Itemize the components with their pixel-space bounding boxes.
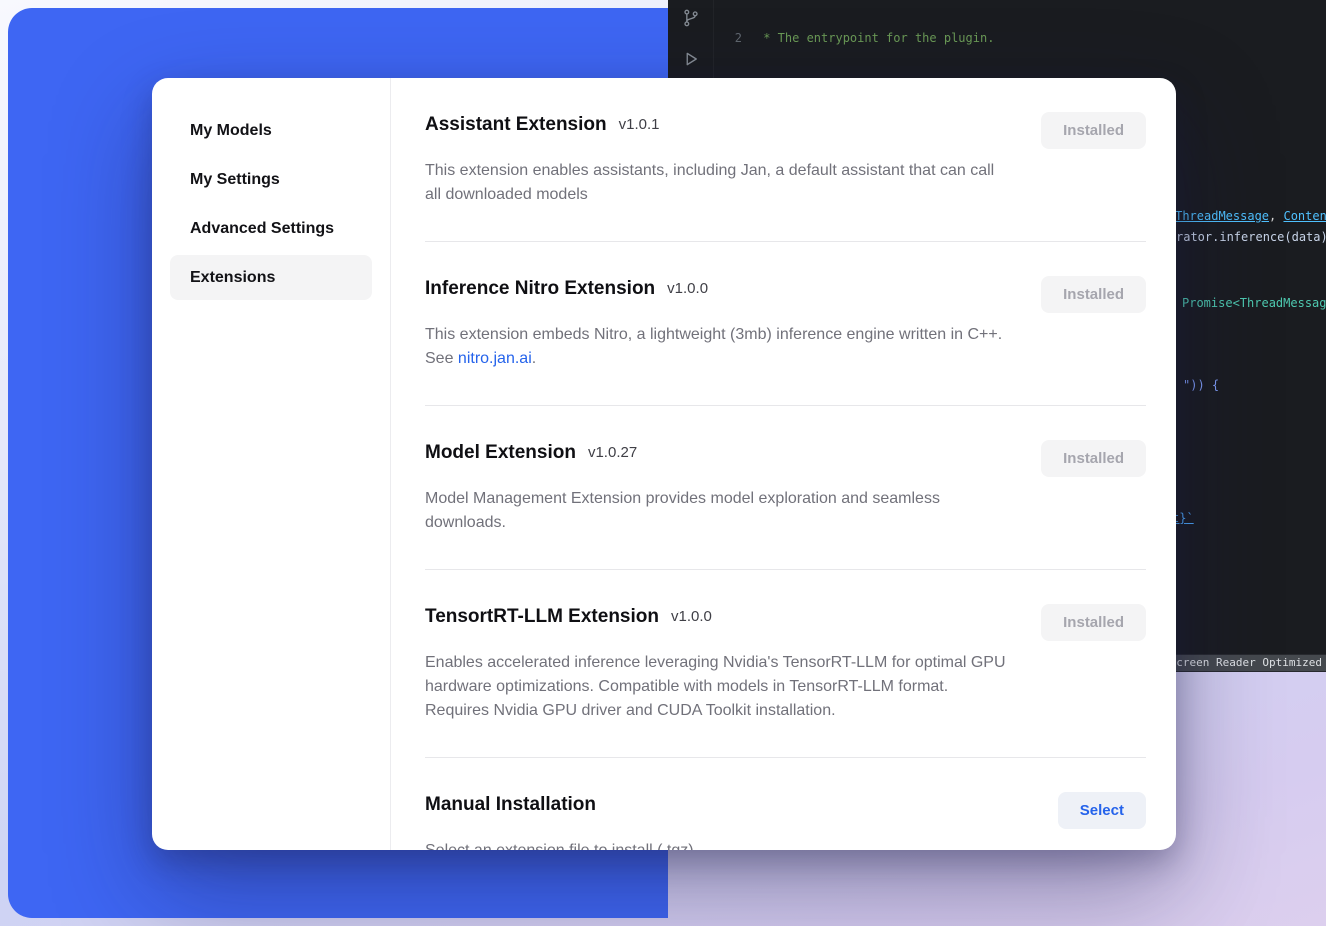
- code-fragment: rator.inference(data));: [1176, 230, 1326, 244]
- extension-title: Inference Nitro Extension: [425, 276, 655, 302]
- extension-version: v1.0.0: [671, 604, 712, 630]
- manual-installation-title: Manual Installation: [425, 792, 596, 818]
- code-line: 2 * The entrypoint for the plugin.: [714, 30, 1326, 47]
- extension-title: TensortRT-LLM Extension: [425, 604, 659, 630]
- extension-description: This extension embeds Nitro, a lightweig…: [425, 323, 1007, 371]
- run-debug-icon[interactable]: [682, 50, 700, 68]
- installed-button[interactable]: Installed: [1041, 276, 1146, 313]
- extensions-panel: Assistant Extension v1.0.1 Installed Thi…: [391, 78, 1176, 850]
- line-number: 2: [714, 30, 742, 47]
- git-branch-icon[interactable]: [681, 8, 701, 28]
- extension-description: Model Management Extension provides mode…: [425, 487, 1007, 535]
- code-text: ContentType: [1283, 208, 1326, 225]
- sidebar-item-extensions[interactable]: Extensions: [170, 255, 372, 300]
- extension-row: Assistant Extension v1.0.1 Installed Thi…: [425, 108, 1146, 242]
- settings-sidebar: My Models My Settings Advanced Settings …: [152, 78, 391, 850]
- description-text: .: [532, 350, 536, 367]
- extension-title: Assistant Extension: [425, 112, 607, 138]
- manual-installation-row: Manual Installation Select Select an ext…: [425, 758, 1146, 850]
- extension-row: Inference Nitro Extension v1.0.0 Install…: [425, 242, 1146, 406]
- extension-version: v1.0.0: [667, 276, 708, 302]
- sidebar-item-my-settings[interactable]: My Settings: [170, 157, 372, 202]
- desktop-background: 2 * The entrypoint for the plugin. 3 */ …: [0, 0, 1326, 926]
- settings-modal: My Models My Settings Advanced Settings …: [152, 78, 1176, 850]
- code-text: ,: [1269, 208, 1283, 225]
- screen-reader-notification[interactable]: Screen Reader Optimized: [1162, 655, 1326, 671]
- code-text: * The entrypoint for the plugin.: [756, 30, 994, 47]
- extension-version: v1.0.27: [588, 440, 637, 466]
- extension-version: v1.0.1: [619, 112, 660, 138]
- sidebar-item-advanced-settings[interactable]: Advanced Settings: [170, 206, 372, 251]
- extension-title: Model Extension: [425, 440, 576, 466]
- extension-description: Enables accelerated inference leveraging…: [425, 651, 1007, 723]
- select-file-button[interactable]: Select: [1058, 792, 1146, 829]
- installed-button[interactable]: Installed: [1041, 604, 1146, 641]
- installed-button[interactable]: Installed: [1041, 440, 1146, 477]
- code-fragment: Promise<ThreadMessage>: [1182, 296, 1326, 310]
- nitro-jan-ai-link[interactable]: nitro.jan.ai: [458, 350, 532, 367]
- code-fragment: ")) {: [1183, 378, 1219, 392]
- manual-installation-description: Select an extension file to install (.tg…: [425, 839, 1007, 850]
- code-text: ThreadMessage: [1175, 208, 1269, 225]
- extension-row: TensortRT-LLM Extension v1.0.0 Installed…: [425, 570, 1146, 758]
- extension-description: This extension enables assistants, inclu…: [425, 159, 1007, 207]
- installed-button[interactable]: Installed: [1041, 112, 1146, 149]
- sidebar-item-my-models[interactable]: My Models: [170, 108, 372, 153]
- extension-row: Model Extension v1.0.27 Installed Model …: [425, 406, 1146, 570]
